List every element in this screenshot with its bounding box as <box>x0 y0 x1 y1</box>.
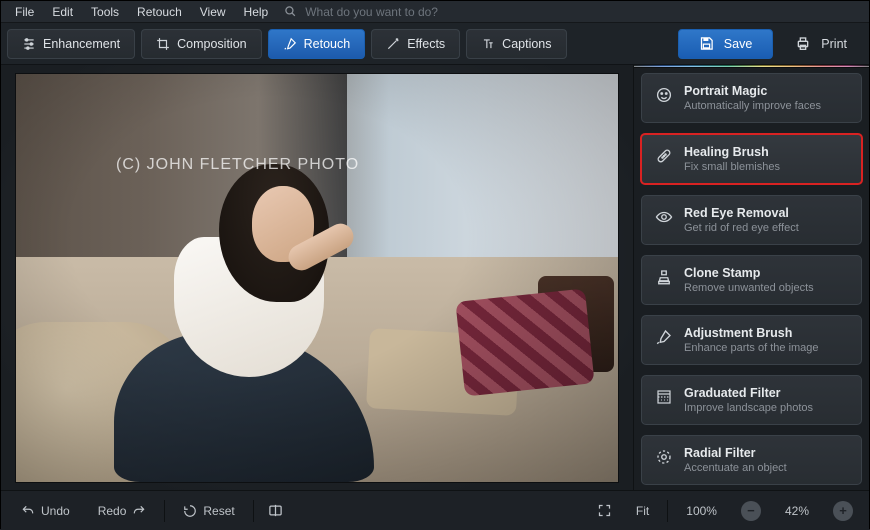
tool-desc: Remove unwanted objects <box>684 282 814 294</box>
tool-radial-filter[interactable]: Radial Filter Accentuate an object <box>641 435 862 485</box>
photo-watermark: (C) JOHN FLETCHER PHOTO <box>116 156 359 174</box>
save-label: Save <box>724 37 753 51</box>
save-button[interactable]: Save <box>678 29 774 59</box>
separator <box>164 500 165 522</box>
brush-icon <box>283 37 297 51</box>
zoom-100-label: 100% <box>686 504 717 518</box>
tab-retouch[interactable]: Retouch <box>268 29 366 59</box>
separator <box>667 500 668 522</box>
sliders-icon <box>22 37 36 51</box>
tab-label: Composition <box>177 37 246 51</box>
redo-button[interactable]: Redo <box>86 498 159 524</box>
tool-clone-stamp[interactable]: Clone Stamp Remove unwanted objects <box>641 255 862 305</box>
tab-enhancement[interactable]: Enhancement <box>7 29 135 59</box>
zoom-level-label: 42% <box>785 504 809 518</box>
tab-label: Captions <box>502 37 551 51</box>
histogram[interactable] <box>634 65 869 68</box>
print-label: Print <box>821 37 847 51</box>
tool-title: Portrait Magic <box>684 84 821 98</box>
canvas-area[interactable]: (C) JOHN FLETCHER PHOTO <box>1 65 633 490</box>
compare-button[interactable] <box>260 498 291 524</box>
crop-icon <box>156 37 170 51</box>
photo-preview[interactable]: (C) JOHN FLETCHER PHOTO <box>15 73 619 483</box>
menu-retouch[interactable]: Retouch <box>129 3 190 21</box>
menu-help[interactable]: Help <box>236 3 277 21</box>
reset-icon <box>183 504 197 518</box>
bottom-bar: Undo Redo Reset Fit 100% − 42% + <box>1 490 869 530</box>
tool-title: Healing Brush <box>684 145 780 159</box>
zoom-out-button[interactable]: − <box>733 498 769 524</box>
tab-label: Retouch <box>304 37 351 51</box>
redo-icon <box>132 504 146 518</box>
tool-portrait-magic[interactable]: Portrait Magic Automatically improve fac… <box>641 73 862 123</box>
print-button[interactable]: Print <box>779 29 863 59</box>
tab-effects[interactable]: Effects <box>371 29 460 59</box>
eye-icon <box>654 206 674 226</box>
tool-red-eye-removal[interactable]: Red Eye Removal Get rid of red eye effec… <box>641 195 862 245</box>
bandage-icon <box>654 145 674 165</box>
toolbar: Enhancement Composition Retouch Effects … <box>1 23 869 65</box>
minus-icon: − <box>741 501 761 521</box>
gradient-icon <box>654 386 674 406</box>
tab-composition[interactable]: Composition <box>141 29 261 59</box>
search-input[interactable] <box>299 5 863 19</box>
separator <box>253 500 254 522</box>
menu-file[interactable]: File <box>7 3 42 21</box>
tool-desc: Get rid of red eye effect <box>684 222 799 234</box>
menu-tools[interactable]: Tools <box>83 3 127 21</box>
zoom-level-display[interactable]: 42% <box>773 498 821 524</box>
undo-label: Undo <box>41 504 70 518</box>
tool-title: Red Eye Removal <box>684 206 799 220</box>
tool-title: Graduated Filter <box>684 386 813 400</box>
save-icon <box>699 36 714 51</box>
tool-graduated-filter[interactable]: Graduated Filter Improve landscape photo… <box>641 375 862 425</box>
tool-title: Clone Stamp <box>684 266 814 280</box>
wand-icon <box>386 37 400 51</box>
fit-icon-button[interactable] <box>589 498 620 524</box>
redo-label: Redo <box>98 504 127 518</box>
tool-desc: Improve landscape photos <box>684 402 813 414</box>
right-panel: Portrait Magic Automatically improve fac… <box>633 65 869 490</box>
tool-desc: Enhance parts of the image <box>684 342 819 354</box>
tab-captions[interactable]: Captions <box>466 29 566 59</box>
text-icon <box>481 37 495 51</box>
tool-healing-brush[interactable]: Healing Brush Fix small blemishes <box>640 133 863 185</box>
tool-title: Radial Filter <box>684 446 787 460</box>
face-icon <box>654 84 674 104</box>
main-area: (C) JOHN FLETCHER PHOTO Portrait Magic A… <box>1 65 869 490</box>
tool-adjustment-brush[interactable]: Adjustment Brush Enhance parts of the im… <box>641 315 862 365</box>
reset-button[interactable]: Reset <box>171 498 246 524</box>
radial-icon <box>654 446 674 466</box>
menu-edit[interactable]: Edit <box>44 3 81 21</box>
zoom-in-button[interactable]: + <box>825 498 861 524</box>
zoom-100-button[interactable]: 100% <box>674 498 729 524</box>
fit-label: Fit <box>636 504 649 518</box>
compare-icon <box>268 503 283 518</box>
plus-icon: + <box>833 501 853 521</box>
tool-title: Adjustment Brush <box>684 326 819 340</box>
search-icon <box>284 5 297 18</box>
menubar: File Edit Tools Retouch View Help <box>1 1 869 23</box>
tab-label: Effects <box>407 37 445 51</box>
tool-desc: Accentuate an object <box>684 462 787 474</box>
tool-desc: Automatically improve faces <box>684 100 821 112</box>
undo-icon <box>21 504 35 518</box>
stamp-icon <box>654 266 674 286</box>
undo-button[interactable]: Undo <box>9 498 82 524</box>
fit-icon <box>597 503 612 518</box>
tab-label: Enhancement <box>43 37 120 51</box>
fit-button[interactable]: Fit <box>624 498 661 524</box>
printer-icon <box>795 36 811 52</box>
brush-icon <box>654 326 674 346</box>
menu-view[interactable]: View <box>192 3 234 21</box>
reset-label: Reset <box>203 504 234 518</box>
tool-desc: Fix small blemishes <box>684 161 780 173</box>
